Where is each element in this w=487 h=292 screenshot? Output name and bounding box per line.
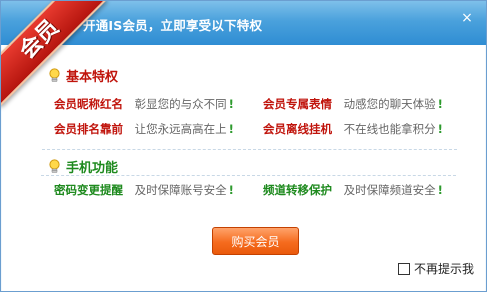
privilege-row: 会员排名靠前 让您永远高高在上!: [54, 121, 234, 137]
exclamation-icon: !: [228, 183, 234, 197]
exclamation-icon: !: [437, 183, 443, 197]
privilege-desc: 不在线也能拿积分: [343, 122, 436, 136]
close-icon[interactable]: ×: [458, 9, 476, 27]
privilege-name: 会员离线挂机: [263, 122, 332, 136]
section-mobile-title: 手机功能: [66, 161, 119, 176]
no-more-tips-checkbox[interactable]: 不再提示我: [398, 260, 474, 277]
privilege-desc: 动感您的聊天体验: [343, 97, 436, 111]
privilege-name: 会员昵称红名: [54, 97, 123, 111]
no-more-tips-label: 不再提示我: [414, 262, 475, 276]
privilege-name: 密码变更提醒: [54, 183, 123, 197]
member-dialog: 开通IS会员，立即享受以下特权 × 基本特权 会员昵称红名 彰显您的与众不同! …: [0, 0, 487, 292]
exclamation-icon: !: [228, 122, 234, 136]
privilege-row: 频道转移保护 及时保障频道安全!: [263, 182, 443, 198]
exclamation-icon: !: [437, 97, 443, 111]
checkbox-icon[interactable]: [398, 262, 410, 275]
section-basic-title: 基本特权: [66, 70, 119, 85]
section-mobile-header: 手机功能: [48, 157, 118, 176]
lightbulb-icon: [49, 68, 60, 82]
dialog-title: 开通IS会员，立即享受以下特权: [83, 18, 263, 33]
privilege-desc: 及时保障账号安全: [134, 183, 227, 197]
privilege-name: 频道转移保护: [263, 183, 332, 197]
privilege-desc: 让您永远高高在上: [134, 122, 227, 136]
footer-divider: [41, 175, 456, 176]
privilege-row: 会员离线挂机 不在线也能拿积分!: [263, 121, 443, 137]
section-divider: [42, 149, 457, 150]
privilege-desc: 彰显您的与众不同: [134, 97, 227, 111]
section-basic-header: 基本特权: [48, 66, 118, 85]
privilege-desc: 及时保障频道安全: [343, 183, 436, 197]
privilege-row: 会员专属表情 动感您的聊天体验!: [263, 96, 443, 112]
privilege-row: 密码变更提醒 及时保障账号安全!: [54, 182, 234, 198]
lightbulb-icon: [49, 159, 60, 173]
exclamation-icon: !: [437, 122, 443, 136]
exclamation-icon: !: [228, 97, 234, 111]
privilege-name: 会员排名靠前: [54, 122, 123, 136]
privilege-name: 会员专属表情: [263, 97, 332, 111]
privilege-row: 会员昵称红名 彰显您的与众不同!: [54, 96, 234, 112]
buy-member-button[interactable]: 购买会员: [212, 227, 299, 255]
